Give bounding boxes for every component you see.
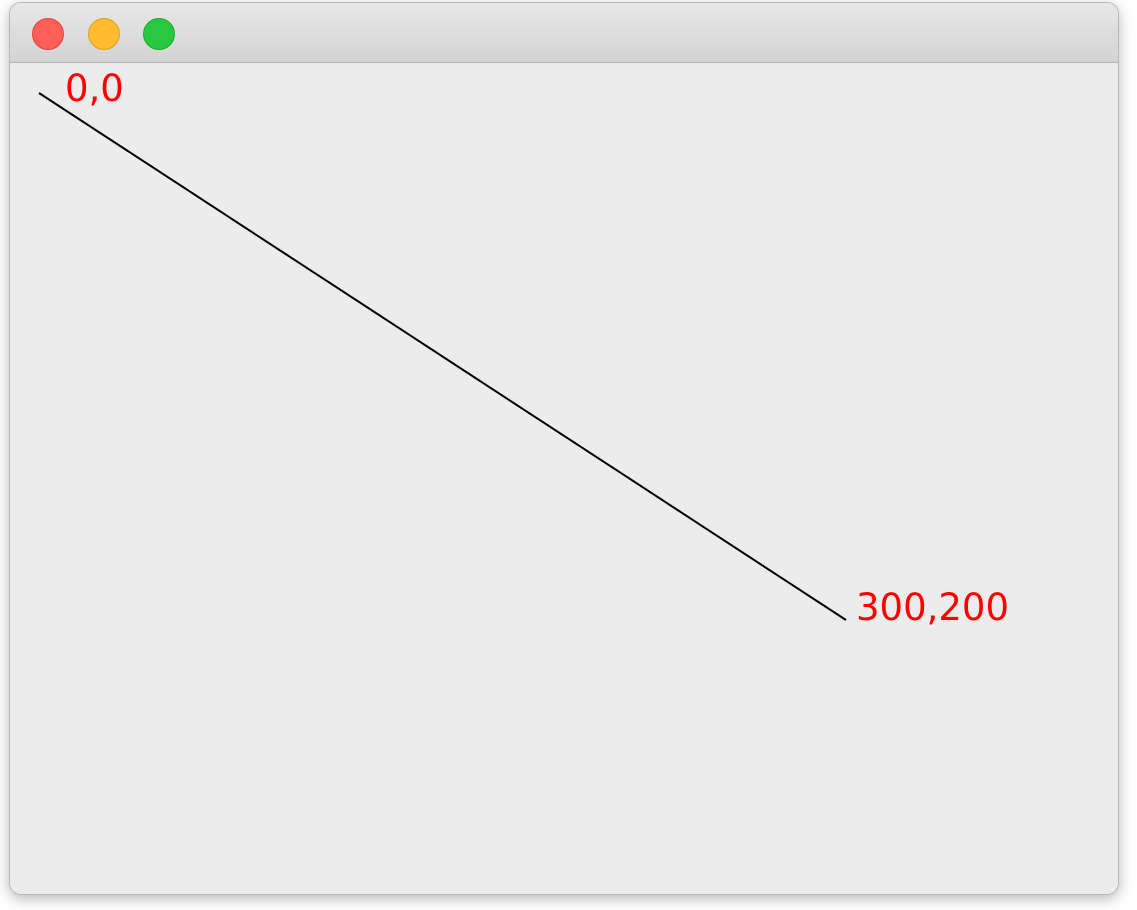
close-window-button[interactable] (32, 18, 64, 50)
drawn-line (38, 92, 847, 621)
app-window: 0,0 300,200 (9, 2, 1119, 895)
drawing-surface: 0,0 300,200 (38, 67, 1009, 629)
minimize-window-button[interactable] (88, 18, 120, 50)
title-bar[interactable] (10, 3, 1118, 63)
end-point-label: 300,200 (856, 586, 1009, 629)
start-point-label: 0,0 (65, 67, 124, 110)
zoom-window-button[interactable] (143, 18, 175, 50)
drawing-canvas: 0,0 300,200 (10, 63, 1118, 894)
